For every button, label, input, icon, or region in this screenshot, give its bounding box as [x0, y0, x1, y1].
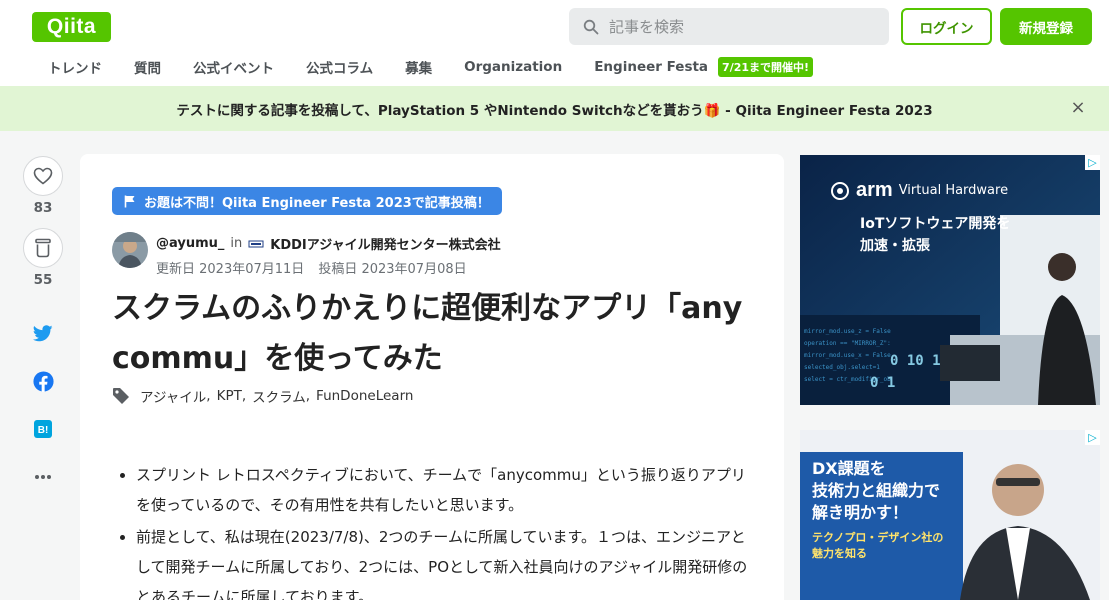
more-icon[interactable]	[32, 466, 54, 488]
article-dates: 更新日 2023年07月11日 投稿日 2023年07月08日	[156, 258, 467, 277]
article-tags: アジャイル, KPT, スクラム, FunDoneLearn	[112, 386, 413, 406]
ad-arm[interactable]: mirror_mod.use_z = False operation == "M…	[800, 155, 1100, 405]
nav-official-events[interactable]: 公式イベント	[177, 57, 290, 77]
svg-text:mirror_mod.use_z = False: mirror_mod.use_z = False	[804, 328, 891, 335]
stock-button[interactable]	[23, 228, 63, 268]
twitter-icon[interactable]	[32, 322, 54, 344]
ad-technopro[interactable]: ▷ DX課題を 技術力と組織力で 解き明かす！ テクノプロ・デザイン社の 魅力を…	[800, 430, 1100, 600]
main-nav: トレンド 質問 公式イベント 公式コラム 募集 Organization Eng…	[32, 52, 814, 82]
article-title: スクラムのふりかえりに超便利なアプリ「anycommu」を使ってみた	[112, 291, 743, 376]
ad2-line-3: 解き明かす！	[812, 503, 909, 522]
ad-headline-2: 加速・拡張	[860, 238, 930, 254]
tag-fundonelearn[interactable]: FunDoneLearn	[316, 388, 413, 404]
organization-logo-icon	[248, 240, 264, 247]
ad-info-icon[interactable]: ▷	[1085, 155, 1100, 170]
theme-tag[interactable]: お題は不問！Qiita Engineer Festa 2023で記事投稿！	[112, 187, 502, 215]
flag-icon	[124, 195, 135, 207]
nav-engineer-festa[interactable]: Engineer Festa	[578, 59, 724, 75]
tag-kpt[interactable]: KPT	[217, 388, 242, 404]
ad2-line-2: 技術力と組織力で	[812, 481, 941, 500]
organization-name[interactable]: KDDIアジャイル開発センター株式会社	[270, 234, 500, 253]
article-body: スプリント レトロスペクティブにおいて、チームで「anycommu」という振り返…	[112, 460, 752, 600]
like-count: 83	[33, 200, 53, 216]
stock-count: 55	[33, 272, 53, 288]
login-button[interactable]: ログイン	[901, 8, 992, 45]
signup-button[interactable]: 新規登録	[1000, 8, 1092, 45]
article-card: お題は不問！Qiita Engineer Festa 2023で記事投稿！ @a…	[80, 154, 784, 600]
nav-trend[interactable]: トレンド	[32, 57, 118, 77]
posted-date: 投稿日 2023年07月08日	[318, 262, 467, 277]
svg-text:operation == "MIRROR_Z":: operation == "MIRROR_Z":	[804, 340, 891, 347]
ad-brand: arm	[856, 179, 893, 201]
action-rail: 83 55 B!	[23, 156, 65, 479]
updated-date: 更新日 2023年07月11日	[156, 262, 305, 277]
ad2-line-5: 魅力を知る	[812, 547, 867, 560]
svg-text:0 10 1: 0 10 1	[890, 353, 941, 369]
list-item: スプリント レトロスペクティブにおいて、チームで「anycommu」という振り返…	[136, 460, 752, 520]
nav-recruit[interactable]: 募集	[389, 57, 448, 77]
stock-icon	[35, 238, 51, 258]
nav-organization[interactable]: Organization	[448, 59, 578, 75]
like-button[interactable]	[23, 156, 63, 196]
svg-text:mirror_mod.use_x = False: mirror_mod.use_x = False	[804, 352, 891, 359]
search-box[interactable]	[569, 8, 889, 45]
search-icon	[583, 19, 599, 34]
svg-text:0 1: 0 1	[870, 375, 895, 391]
tag-agile[interactable]: アジャイル	[140, 386, 206, 406]
festa-banner[interactable]: テストに関する記事を投稿して、PlayStation 5 やNintendo S…	[0, 86, 1109, 131]
ad-info-icon[interactable]: ▷	[1085, 430, 1100, 445]
author-name[interactable]: @ayumu_	[156, 236, 224, 251]
qiita-logo[interactable]: Qiita	[32, 12, 111, 42]
svg-text:selected_obj.select=1: selected_obj.select=1	[804, 364, 880, 371]
ad2-line-4: テクノプロ・デザイン社の	[812, 531, 944, 544]
festa-badge: 7/21まで開催中!	[718, 57, 814, 77]
hatena-bookmark-icon[interactable]: B!	[32, 418, 54, 440]
theme-tag-label: お題は不問！Qiita Engineer Festa 2023で記事投稿！	[144, 195, 490, 211]
search-input[interactable]	[609, 17, 879, 36]
ad-product: Virtual Hardware	[898, 183, 1009, 198]
author-block: @ayumu_ in KDDIアジャイル開発センター株式会社 更新日 2023年…	[112, 232, 732, 277]
arm-logo-icon	[831, 181, 849, 200]
banner-text[interactable]: テストに関する記事を投稿して、PlayStation 5 やNintendo S…	[176, 99, 932, 119]
author-in-label: in	[230, 236, 243, 251]
list-item: 前提として、私は現在(2023/7/8)、2つのチームに所属しています。１つは、…	[136, 522, 752, 600]
site-header: Qiita ログイン 新規登録 トレンド 質問 公式イベント 公式コラム 募集 …	[0, 0, 1109, 86]
nav-questions[interactable]: 質問	[118, 57, 177, 77]
nav-official-columns[interactable]: 公式コラム	[290, 57, 389, 77]
ad2-line-1: DX課題を	[812, 459, 886, 478]
heart-icon	[33, 167, 53, 185]
svg-text:B!: B!	[38, 425, 49, 436]
tag-icon	[113, 388, 129, 404]
close-icon[interactable]: ×	[1069, 99, 1087, 117]
facebook-icon[interactable]	[32, 370, 54, 392]
avatar[interactable]	[112, 232, 148, 268]
ad-headline-1: IoTソフトウェア開発を	[860, 216, 1011, 232]
tag-scrum[interactable]: スクラム	[252, 386, 306, 406]
